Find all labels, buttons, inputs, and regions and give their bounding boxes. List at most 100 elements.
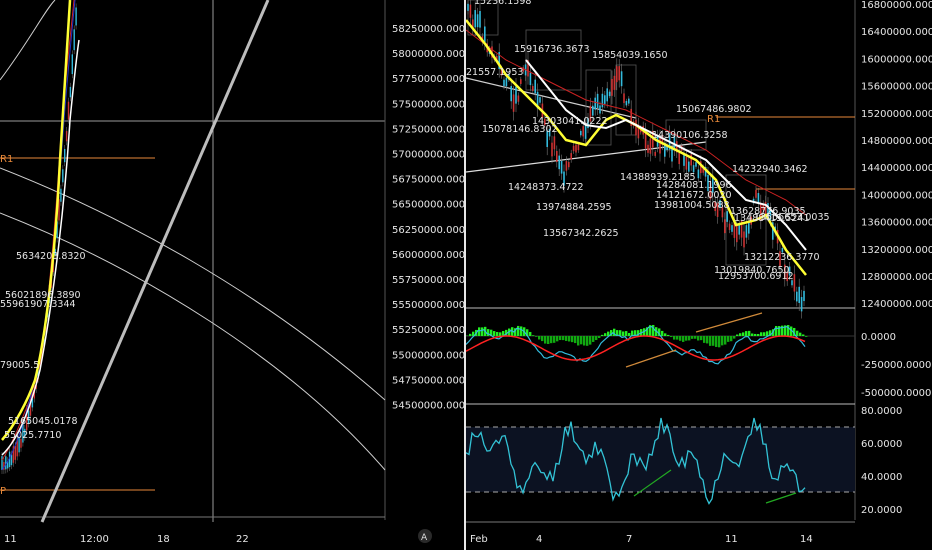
macd-bar (577, 336, 580, 346)
macd-bar (763, 332, 766, 336)
macd-bar (754, 333, 757, 336)
macd-bar (715, 336, 718, 347)
price-tick: 56250000.0000 (392, 225, 464, 236)
right-price-axis[interactable]: 16800000.0000 16400000.0000 16000000.0000 1… (861, 0, 932, 310)
candle (685, 156, 688, 170)
price-label: 13974884.2595 (536, 202, 612, 213)
macd-bar (757, 333, 760, 336)
left-chart-pane[interactable]: R1 P 5634203.8320 56021896.3890 55961907… (0, 0, 464, 550)
macd-tick: -250000.0000 (861, 360, 931, 371)
candle (611, 78, 613, 96)
candle (580, 130, 582, 136)
macd-bar (805, 336, 808, 337)
candle (736, 225, 738, 243)
candle (10, 454, 13, 466)
time-tick: 11 (725, 534, 738, 545)
macd-bar (799, 332, 802, 336)
price-label: 79005.5 (0, 360, 39, 371)
macd-bar (796, 330, 799, 336)
macd-bar (802, 334, 805, 336)
candle (623, 93, 625, 104)
candle (560, 160, 563, 174)
pivot-r1-label: R1 (0, 154, 13, 165)
candle (517, 95, 520, 102)
price-label: 15067486.9802 (676, 104, 752, 115)
price-tick: 54750000.0000 (392, 375, 464, 386)
macd-divergence-line (625, 349, 677, 368)
candle (755, 189, 757, 198)
candle (745, 225, 748, 238)
macd-bar (688, 336, 691, 341)
candle (503, 79, 505, 87)
candle (628, 98, 630, 104)
time-tick: 18 (157, 534, 170, 545)
candle (64, 148, 66, 163)
left-chart-canvas[interactable]: R1 P 5634203.8320 56021896.3890 55961907… (0, 0, 464, 550)
candle (647, 144, 649, 153)
price-tick: 55000000.0000 (392, 350, 464, 361)
price-tick: 55250000.0000 (392, 325, 464, 336)
macd-bar (517, 325, 520, 336)
candle (476, 14, 479, 28)
candle (469, 4, 472, 18)
price-label: 14232940.3462 (732, 164, 808, 175)
macd-bar (703, 336, 706, 343)
macd-bar (550, 336, 553, 344)
macd-bar (589, 336, 592, 345)
candle (14, 445, 16, 460)
macd-bar (559, 336, 562, 341)
candle (510, 86, 512, 102)
candle (757, 193, 760, 204)
macd-bar (583, 336, 586, 346)
candle (582, 126, 584, 137)
price-tick: 14400000.0000 (861, 163, 932, 174)
candle (520, 79, 522, 84)
macd-bar (586, 336, 589, 346)
time-tick: 4 (536, 534, 542, 545)
candle (570, 153, 572, 160)
macd-bar (742, 332, 745, 336)
macd-bar (553, 336, 556, 343)
macd-bar (538, 336, 541, 340)
left-price-axis[interactable]: 58250000.0000 58000000.0000 57750000.0000 5… (392, 24, 464, 412)
macd-bar (697, 336, 700, 341)
macd-bar (499, 332, 502, 336)
macd-bar (547, 336, 550, 345)
price-tick: 13200000.0000 (861, 245, 932, 256)
candle (654, 151, 656, 156)
rsi-axis[interactable]: 80.0000 60.0000 40.0000 20.0000 (861, 406, 902, 516)
candle (512, 94, 515, 112)
candle (474, 10, 476, 28)
candle (596, 93, 599, 108)
candle (551, 142, 553, 157)
candle (556, 151, 558, 162)
price-tick: 14800000.0000 (861, 136, 932, 147)
price-tick: 16800000.0000 (861, 0, 932, 11)
price-label: 14390106.3258 (652, 130, 728, 141)
price-label: 55025.7710 (4, 430, 61, 441)
time-tick: 14 (800, 534, 813, 545)
macd-axis[interactable]: 0.0000 -250000.0000 -500000.0000 (861, 332, 931, 399)
macd-bar (721, 336, 724, 346)
macd-bar (760, 332, 763, 336)
candle (539, 97, 541, 103)
macd-bar (700, 336, 703, 341)
right-chart-pane[interactable]: R1 15236.1598 15916736.3673 15854039.1650 2… (466, 0, 932, 550)
time-tick: 12:00 (80, 534, 109, 545)
candle (71, 54, 73, 75)
macd-bar (565, 336, 568, 341)
candle (75, 7, 77, 26)
macd-bar (595, 336, 598, 341)
right-chart-canvas[interactable]: R1 15236.1598 15916736.367315854039.1650 2… (466, 0, 932, 550)
macd-bar (556, 336, 559, 342)
ma-blue (1, 0, 76, 471)
candle (803, 290, 805, 302)
macd-tick: -500000.0000 (861, 388, 931, 399)
macd-bar (664, 333, 667, 336)
macd-bar (478, 327, 481, 336)
ma-yellow-fast (1, 0, 72, 441)
candle (678, 153, 680, 165)
macd-bar (736, 334, 739, 336)
candle (69, 86, 72, 98)
macd-tick: 0.0000 (861, 332, 896, 343)
